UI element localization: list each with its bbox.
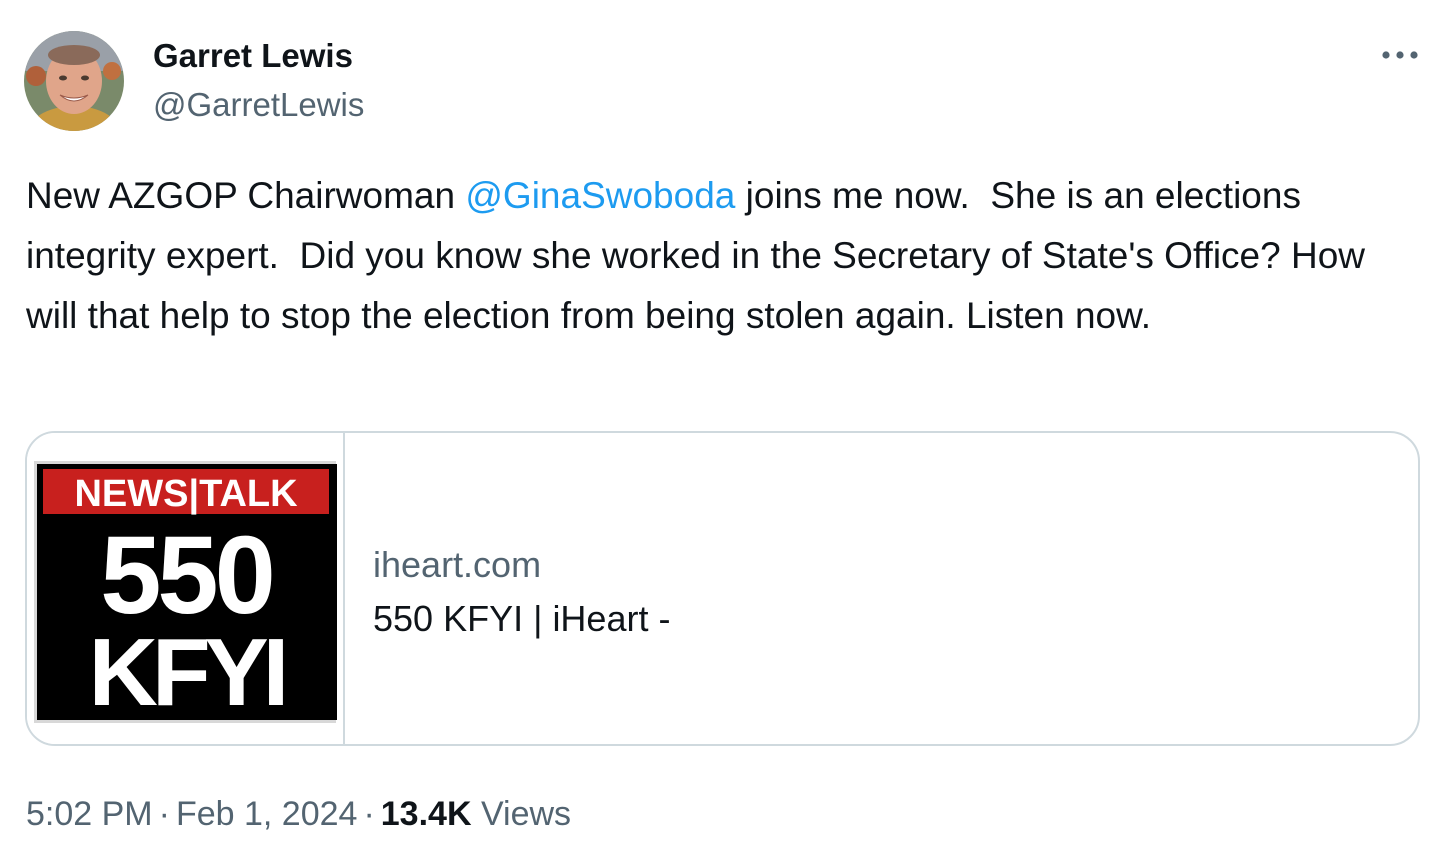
views-count[interactable]: 13.4K (381, 795, 472, 833)
avatar[interactable] (24, 31, 124, 131)
card-domain: iheart.com (373, 544, 542, 585)
card-title: 550 KFYI | iHeart - (373, 598, 671, 639)
tweet-text: New AZGOP Chairwoman @GinaSwoboda joins … (26, 166, 1426, 346)
tweet: Garret Lewis @GarretLewis New AZGOP Chai… (0, 0, 1456, 863)
kfyi-logo: NEWS|TALK 550 KFYI (27, 433, 343, 744)
tweet-meta: 5:02 PM · Feb 1, 2024 · 13.4K Views (26, 792, 571, 836)
tweet-date[interactable]: Feb 1, 2024 (176, 795, 357, 833)
logo-top-text: NEWS|TALK (74, 473, 298, 515)
meta-separator: · (363, 795, 375, 833)
tweet-text-before: New AZGOP Chairwoman (26, 175, 466, 216)
more-options-icon[interactable] (1378, 40, 1422, 70)
card-thumbnail: NEWS|TALK 550 KFYI (27, 433, 345, 744)
avatar-image (24, 31, 124, 131)
tweet-time[interactable]: 5:02 PM (26, 795, 153, 833)
author-display-name[interactable]: Garret Lewis (153, 36, 353, 76)
author-handle[interactable]: @GarretLewis (153, 85, 364, 125)
card-body: iheart.com 550 KFYI | iHeart - (373, 543, 670, 641)
views-label: Views (480, 795, 572, 833)
logo-call-sign: KFYI (89, 619, 284, 726)
mention-link[interactable]: @GinaSwoboda (465, 175, 735, 216)
link-preview-card[interactable]: NEWS|TALK 550 KFYI iheart.com 550 KFYI |… (25, 431, 1420, 746)
meta-separator: · (158, 795, 170, 833)
